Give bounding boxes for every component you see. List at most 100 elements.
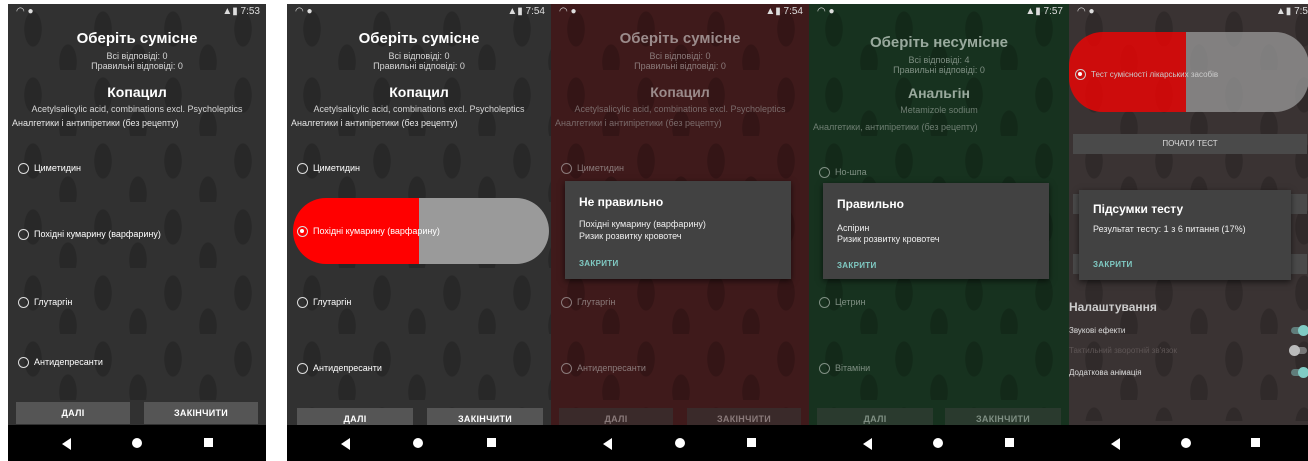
status-bar: ◠ ● ▲▮ 7:54 xyxy=(287,4,551,20)
next-button[interactable]: ДАЛІ xyxy=(16,402,130,424)
dialog-close-button[interactable]: ЗАКРИТИ xyxy=(1093,260,1133,269)
back-icon[interactable] xyxy=(863,438,872,450)
battery-icon: ▲▮ 7:53 xyxy=(222,6,260,17)
dialog-close-button[interactable]: ЗАКРИТИ xyxy=(837,261,877,270)
page-title: Оберіть сумісне xyxy=(76,30,198,47)
screen-quiz-1: ◠ ● ▲▮ 7:53 Оберіть сумісне Всі відповід… xyxy=(8,4,266,461)
recents-icon[interactable] xyxy=(747,438,756,447)
category: Аналгетики і антипіретики (без рецепту) xyxy=(291,118,458,128)
back-icon[interactable] xyxy=(341,438,350,450)
dialog-reason: Ризик розвитку кровотеч xyxy=(837,234,940,244)
option-radio[interactable]: Антидепресанти xyxy=(297,360,382,376)
option-radio[interactable]: Вітаміни xyxy=(819,360,870,376)
back-icon[interactable] xyxy=(62,438,71,450)
option-radio[interactable]: Глутаргін xyxy=(18,294,72,310)
radio-icon[interactable] xyxy=(297,362,308,374)
drug-name: Копацил xyxy=(389,84,449,100)
recents-icon[interactable] xyxy=(204,438,213,447)
result-dialog: Не правильно Похідні кумарину (варфарину… xyxy=(565,181,791,279)
category: Аналгетики і антипіретики (без рецепту) xyxy=(12,118,179,128)
page-title: Оберіть несумісне xyxy=(869,34,1009,51)
back-icon[interactable] xyxy=(603,438,612,450)
option-label: Глутаргін xyxy=(577,297,616,307)
radio-icon[interactable] xyxy=(18,162,29,174)
option-radio[interactable]: Но-шпа xyxy=(819,164,867,180)
nav-bar xyxy=(809,425,1069,461)
start-test-button[interactable]: ПОЧАТИ ТЕСТ xyxy=(1073,134,1307,154)
home-icon[interactable] xyxy=(675,438,685,448)
tactile-label: Тактильний зворотній зв'язок xyxy=(1069,346,1177,355)
finish-button[interactable]: ЗАКІНЧИТИ xyxy=(144,402,258,424)
test-option[interactable]: Тест сумісності лікарських засобів xyxy=(1075,66,1218,82)
option-label: Антидепресанти xyxy=(313,363,382,373)
animation-label: Додаткова анімація xyxy=(1069,368,1142,377)
clock: 7:54 xyxy=(525,6,545,17)
home-icon[interactable] xyxy=(413,438,423,448)
correct-answers: Правильні відповіді: 0 xyxy=(893,65,985,75)
screen-quiz-2: ◠ ● ▲▮ 7:54 Оберіть сумісне Всі відповід… xyxy=(287,4,551,461)
dialog-title: Підсумки тесту xyxy=(1093,202,1184,216)
dialog-close-button[interactable]: ЗАКРИТИ xyxy=(579,259,619,268)
radio-icon[interactable] xyxy=(819,362,830,374)
animation-toggle[interactable] xyxy=(1291,367,1308,378)
home-icon[interactable] xyxy=(933,438,943,448)
radio-icon[interactable] xyxy=(18,296,29,308)
status-bar: ◠ ● ▲▮ 7:57 xyxy=(809,4,1069,20)
recents-icon[interactable] xyxy=(487,438,496,447)
wifi-icon: ◠ ● xyxy=(295,6,313,17)
option-radio[interactable]: Антидепресанти xyxy=(561,360,646,376)
option-radio[interactable]: Глутаргін xyxy=(297,294,351,310)
nav-bar xyxy=(8,425,266,461)
wifi-icon: ◠ ● xyxy=(1077,6,1095,17)
option-radio[interactable]: Похідні кумарину (варфарину) xyxy=(18,226,161,242)
radio-icon[interactable] xyxy=(561,296,572,308)
radio-icon[interactable] xyxy=(561,162,572,174)
battery-icon: ▲▮ 7:54 xyxy=(765,6,803,17)
radio-icon[interactable] xyxy=(297,162,308,174)
drug-name: Копацил xyxy=(107,84,167,100)
radio-icon[interactable] xyxy=(561,362,572,374)
clock: 7:5 xyxy=(1294,6,1308,17)
radio-icon[interactable] xyxy=(18,356,29,368)
radio-icon[interactable] xyxy=(819,166,830,178)
clock: 7:54 xyxy=(783,6,803,17)
recents-icon[interactable] xyxy=(1005,438,1014,447)
wifi-icon: ◠ ● xyxy=(817,6,835,17)
dialog-reason: Ризик розвитку кровотеч xyxy=(579,231,682,241)
dialog-title: Не правильно xyxy=(579,195,664,209)
radio-icon[interactable] xyxy=(297,296,308,308)
radio-checked-icon[interactable] xyxy=(1075,68,1086,80)
option-radio-selected[interactable]: Похідні кумарину (варфарину) xyxy=(297,223,440,239)
page-title: Оберіть сумісне xyxy=(619,30,741,47)
back-icon[interactable] xyxy=(1111,438,1120,450)
recents-icon[interactable] xyxy=(1251,438,1260,447)
option-radio[interactable]: Циметидин xyxy=(18,160,81,176)
option-radio[interactable]: Глутаргін xyxy=(561,294,615,310)
wifi-icon: ◠ ● xyxy=(559,6,577,17)
option-label: Глутаргін xyxy=(313,297,352,307)
tactile-toggle[interactable] xyxy=(1289,345,1307,356)
option-radio[interactable]: Циметидин xyxy=(297,160,360,176)
all-answers: Всі відповіді: 0 xyxy=(649,51,711,61)
option-label: Антидепресанти xyxy=(34,357,103,367)
page-title: Оберіть сумісне xyxy=(358,30,480,47)
option-radio[interactable]: Циметидин xyxy=(561,160,624,176)
battery-icon: ▲▮ 7:54 xyxy=(507,6,545,17)
radio-icon[interactable] xyxy=(18,228,29,240)
nav-bar xyxy=(1069,425,1308,461)
screen-right: ◠ ● ▲▮ 7:57 Оберіть несумісне Всі відпов… xyxy=(809,4,1069,461)
radio-icon[interactable] xyxy=(819,296,830,308)
option-label: Циметидин xyxy=(313,163,360,173)
option-radio[interactable]: Антидепресанти xyxy=(18,354,103,370)
radio-checked-icon[interactable] xyxy=(297,225,308,237)
option-label: Циметидин xyxy=(34,163,81,173)
option-label: Антидепресанти xyxy=(577,363,646,373)
home-icon[interactable] xyxy=(1181,438,1191,448)
home-icon[interactable] xyxy=(132,438,142,448)
category: Аналгетики, антипіретики (без рецепту) xyxy=(813,122,978,132)
sound-toggle[interactable] xyxy=(1291,325,1308,336)
option-radio[interactable]: Цетрин xyxy=(819,294,866,310)
substance: Metamizole sodium xyxy=(900,105,978,115)
correct-answers: Правильні відповіді: 0 xyxy=(373,61,465,71)
correct-answers: Правильні відповіді: 0 xyxy=(91,61,183,71)
